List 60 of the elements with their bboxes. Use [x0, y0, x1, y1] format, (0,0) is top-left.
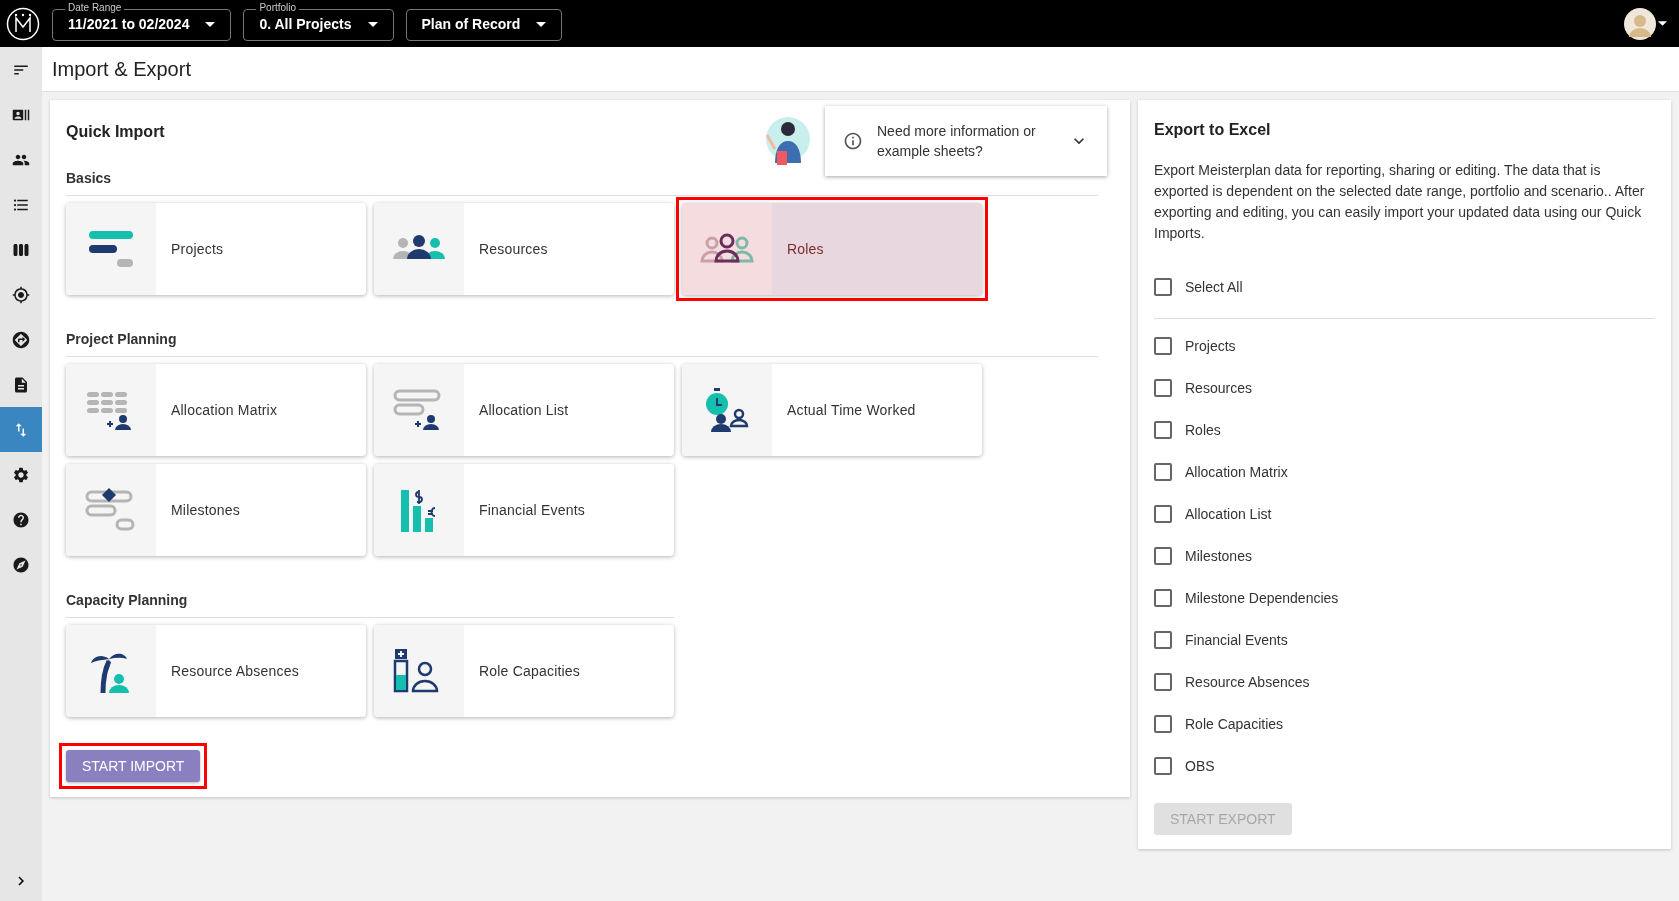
compass-icon [12, 555, 30, 574]
checkbox[interactable] [1154, 505, 1172, 523]
checkbox-label: Resource Absences [1185, 672, 1310, 692]
checkbox-label: Milestones [1185, 546, 1252, 566]
filter-dropdown[interactable]: Plan of Record [405, 8, 563, 41]
checkbox-label: Roles [1185, 420, 1221, 440]
dropdown-label: Portfolio [256, 0, 300, 14]
section-title: Capacity Planning [66, 590, 674, 618]
info-icon [843, 131, 863, 151]
import-tile[interactable]: Financial Events [374, 464, 674, 556]
import-tile[interactable]: Resource Absences [66, 625, 366, 717]
panel-title: Export to Excel [1154, 120, 1272, 140]
checkbox-label: Projects [1185, 336, 1236, 356]
checkbox[interactable] [1154, 379, 1172, 397]
checkbox-label: Allocation List [1185, 504, 1272, 524]
start-export-button: START EXPORT [1154, 803, 1292, 835]
checkbox[interactable] [1154, 715, 1172, 733]
document-icon [12, 375, 30, 394]
checkbox-label: Allocation Matrix [1185, 462, 1288, 482]
direction-icon [12, 330, 30, 349]
export-description: Export Meisterplan data for reporting, sharing or editing. The data that is exported is dependent on the selected date range, portfolio and scenario.. After exporting and editing, you can easily import your updated data using our Quick Imports. [1154, 161, 1646, 243]
checkbox-label: Resources [1185, 378, 1252, 398]
avatar-icon [1624, 7, 1656, 40]
checkbox[interactable] [1154, 547, 1172, 565]
import-tile[interactable]: Role Capacities [374, 625, 674, 717]
checkbox[interactable] [1154, 757, 1172, 775]
import-tile[interactable]: Allocation List [374, 364, 674, 456]
checkbox-label: OBS [1185, 756, 1215, 776]
caret-icon [367, 22, 378, 27]
import-tile[interactable]: Actual Time Worked [682, 364, 982, 456]
start-import-button[interactable]: START IMPORT [66, 750, 201, 782]
dropdown-label: Date Range [65, 0, 125, 14]
section-title: Project Planning [66, 329, 1098, 357]
checkbox-label: Role Capacities [1185, 714, 1284, 734]
section-title: Basics [66, 168, 1098, 196]
caret-icon [205, 22, 216, 27]
page-title: Import & Export [52, 57, 191, 82]
import-tile[interactable]: Roles [682, 203, 982, 295]
settings-icon [12, 465, 30, 484]
import-tile[interactable]: Allocation Matrix [66, 364, 366, 456]
checkbox[interactable] [1154, 337, 1172, 355]
checkbox[interactable] [1154, 589, 1172, 607]
caret-icon [1658, 21, 1667, 26]
checkbox-label: Select All [1185, 277, 1243, 297]
checkbox[interactable] [1154, 278, 1172, 296]
help-text: Need more information or example sheets? [877, 122, 1037, 161]
checkbox[interactable] [1154, 631, 1172, 649]
panel-title: Quick Import [66, 122, 165, 142]
checkbox-label: Milestone Dependencies [1185, 588, 1339, 608]
import-tile[interactable]: Projects [66, 203, 366, 295]
checkbox[interactable] [1154, 673, 1172, 691]
checkbox-label: Financial Events [1185, 630, 1288, 650]
caret-icon [536, 22, 547, 27]
help-icon [12, 510, 30, 529]
checkbox[interactable] [1154, 421, 1172, 439]
target-icon [12, 285, 30, 304]
import-tile[interactable]: Resources [374, 203, 674, 295]
checkbox[interactable] [1154, 463, 1172, 481]
logo-icon[interactable] [6, 6, 40, 41]
import-tile[interactable]: Milestones [66, 464, 366, 556]
